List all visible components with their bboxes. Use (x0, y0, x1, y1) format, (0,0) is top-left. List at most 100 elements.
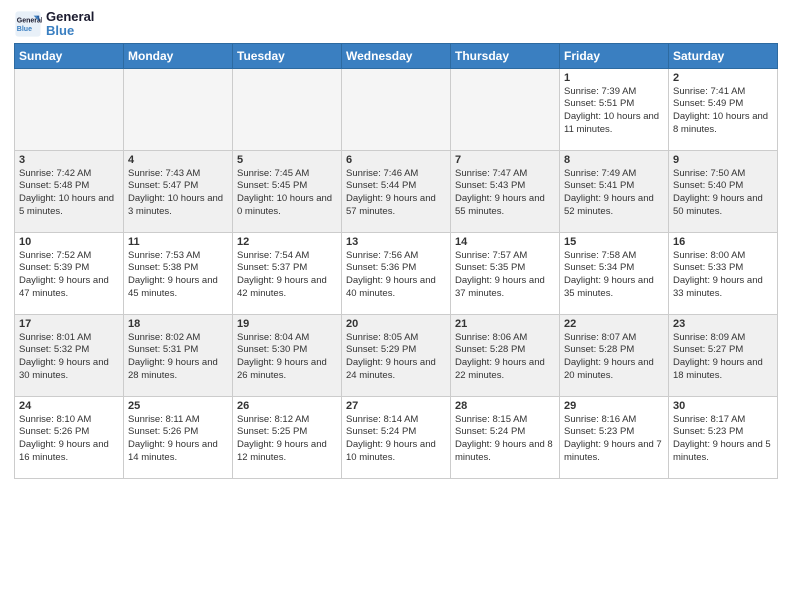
calendar-day-cell: 19 Sunrise: 8:04 AM Sunset: 5:30 PM Dayli… (233, 314, 342, 396)
day-info: Sunrise: 8:12 AM Sunset: 5:25 PM Dayligh… (237, 414, 337, 465)
calendar-week-row: 3 Sunrise: 7:42 AM Sunset: 5:48 PM Daylig… (15, 150, 778, 232)
day-number: 1 (564, 72, 664, 84)
calendar-day-cell (124, 68, 233, 150)
calendar-day-cell: 14Sunrise: 7:57 AM Sunset: 5:35 PM Dayli… (451, 232, 560, 314)
calendar-day-cell: 8Sunrise: 7:49 AM Sunset: 5:41 PM Daylig… (560, 150, 669, 232)
day-info: Sunrise: 7:58 AM Sunset: 5:34 PM Dayligh… (564, 250, 664, 301)
calendar-week-row: 24 Sunrise: 8:10 AM Sunset: 5:26 PM Dayli… (15, 396, 778, 478)
day-info: Sunrise: 7:54 AM Sunset: 5:37 PM Dayligh… (237, 250, 337, 301)
calendar-day-cell: 16 Sunrise: 8:00 AM Sunset: 5:33 PM Dayli… (669, 232, 778, 314)
day-number: 10 (19, 236, 119, 248)
calendar-day-cell: 22 Sunrise: 8:07 AM Sunset: 5:28 PM Dayli… (560, 314, 669, 396)
day-info: Sunrise: 8:06 AM Sunset: 5:28 PM Dayligh… (455, 332, 555, 383)
day-info: Sunrise: 8:16 AM Sunset: 5:23 PM Dayligh… (564, 414, 664, 465)
day-info: Sunrise: 7:56 AM Sunset: 5:36 PM Dayligh… (346, 250, 446, 301)
day-number: 21 (455, 318, 555, 330)
weekday-header: Sunday (15, 43, 124, 68)
day-number: 25 (128, 400, 228, 412)
day-number: 16 (673, 236, 773, 248)
day-number: 13 (346, 236, 446, 248)
day-info: Sunrise: 7:39 AM Sunset: 5:51 PM Dayligh… (564, 86, 664, 137)
calendar-day-cell: 18Sunrise: 8:02 AM Sunset: 5:31 PM Dayli… (124, 314, 233, 396)
calendar-day-cell (342, 68, 451, 150)
calendar-day-cell: 26 Sunrise: 8:12 AM Sunset: 5:25 PM Dayli… (233, 396, 342, 478)
calendar-day-cell: 10 Sunrise: 7:52 AM Sunset: 5:39 PM Dayli… (15, 232, 124, 314)
calendar-day-cell: 5 Sunrise: 7:45 AM Sunset: 5:45 PM Daylig… (233, 150, 342, 232)
day-number: 26 (237, 400, 337, 412)
calendar-day-cell: 15 Sunrise: 7:58 AM Sunset: 5:34 PM Dayli… (560, 232, 669, 314)
day-info: Sunrise: 7:47 AM Sunset: 5:43 PM Dayligh… (455, 168, 555, 219)
day-number: 7 (455, 154, 555, 166)
day-number: 17 (19, 318, 119, 330)
calendar-day-cell: 23Sunrise: 8:09 AM Sunset: 5:27 PM Dayli… (669, 314, 778, 396)
svg-text:Blue: Blue (17, 26, 32, 33)
day-number: 3 (19, 154, 119, 166)
day-number: 22 (564, 318, 664, 330)
calendar-day-cell: 27 Sunrise: 8:14 AM Sunset: 5:24 PM Dayli… (342, 396, 451, 478)
logo: General Blue General Blue (14, 10, 94, 39)
day-info: Sunrise: 8:14 AM Sunset: 5:24 PM Dayligh… (346, 414, 446, 465)
calendar-day-cell: 28 Sunrise: 8:15 AM Sunset: 5:24 PM Dayli… (451, 396, 560, 478)
weekday-header: Monday (124, 43, 233, 68)
day-info: Sunrise: 8:11 AM Sunset: 5:26 PM Dayligh… (128, 414, 228, 465)
calendar-day-cell: 9 Sunrise: 7:50 AM Sunset: 5:40 PM Daylig… (669, 150, 778, 232)
day-number: 5 (237, 154, 337, 166)
day-number: 12 (237, 236, 337, 248)
day-number: 6 (346, 154, 446, 166)
calendar-day-cell: 3 Sunrise: 7:42 AM Sunset: 5:48 PM Daylig… (15, 150, 124, 232)
header: General Blue General Blue (14, 10, 778, 39)
day-number: 24 (19, 400, 119, 412)
page-container: General Blue General Blue SundayMondayTu… (0, 0, 792, 485)
day-number: 9 (673, 154, 773, 166)
calendar-day-cell: 24 Sunrise: 8:10 AM Sunset: 5:26 PM Dayli… (15, 396, 124, 478)
calendar-day-cell: 13 Sunrise: 7:56 AM Sunset: 5:36 PM Dayli… (342, 232, 451, 314)
day-number: 18 (128, 318, 228, 330)
calendar-day-cell: 17 Sunrise: 8:01 AM Sunset: 5:32 PM Dayli… (15, 314, 124, 396)
calendar-day-cell: 20Sunrise: 8:05 AM Sunset: 5:29 PM Dayli… (342, 314, 451, 396)
calendar-day-cell (233, 68, 342, 150)
day-number: 4 (128, 154, 228, 166)
calendar-day-cell: 25 Sunrise: 8:11 AM Sunset: 5:26 PM Dayli… (124, 396, 233, 478)
day-info: Sunrise: 7:53 AM Sunset: 5:38 PM Dayligh… (128, 250, 228, 301)
day-info: Sunrise: 8:07 AM Sunset: 5:28 PM Dayligh… (564, 332, 664, 383)
day-number: 19 (237, 318, 337, 330)
calendar-day-cell: 2 Sunrise: 7:41 AM Sunset: 5:49 PM Daylig… (669, 68, 778, 150)
calendar-day-cell: 6 Sunrise: 7:46 AM Sunset: 5:44 PM Daylig… (342, 150, 451, 232)
weekday-header: Saturday (669, 43, 778, 68)
day-info: Sunrise: 7:52 AM Sunset: 5:39 PM Dayligh… (19, 250, 119, 301)
day-info: Sunrise: 7:57 AM Sunset: 5:35 PM Dayligh… (455, 250, 555, 301)
day-info: Sunrise: 8:01 AM Sunset: 5:32 PM Dayligh… (19, 332, 119, 383)
calendar-table: SundayMondayTuesdayWednesdayThursdayFrid… (14, 43, 778, 479)
calendar-week-row: 1 Sunrise: 7:39 AM Sunset: 5:51 PM Daylig… (15, 68, 778, 150)
weekday-header: Thursday (451, 43, 560, 68)
day-info: Sunrise: 7:42 AM Sunset: 5:48 PM Dayligh… (19, 168, 119, 219)
day-number: 11 (128, 236, 228, 248)
day-info: Sunrise: 7:50 AM Sunset: 5:40 PM Dayligh… (673, 168, 773, 219)
calendar-day-cell: 12 Sunrise: 7:54 AM Sunset: 5:37 PM Dayli… (233, 232, 342, 314)
day-info: Sunrise: 7:46 AM Sunset: 5:44 PM Dayligh… (346, 168, 446, 219)
calendar-week-row: 17 Sunrise: 8:01 AM Sunset: 5:32 PM Dayli… (15, 314, 778, 396)
day-info: Sunrise: 7:45 AM Sunset: 5:45 PM Dayligh… (237, 168, 337, 219)
day-number: 30 (673, 400, 773, 412)
day-number: 27 (346, 400, 446, 412)
calendar-day-cell: 1 Sunrise: 7:39 AM Sunset: 5:51 PM Daylig… (560, 68, 669, 150)
day-number: 20 (346, 318, 446, 330)
day-info: Sunrise: 7:41 AM Sunset: 5:49 PM Dayligh… (673, 86, 773, 137)
calendar-week-row: 10 Sunrise: 7:52 AM Sunset: 5:39 PM Dayli… (15, 232, 778, 314)
logo-icon: General Blue (14, 10, 42, 38)
day-info: Sunrise: 8:04 AM Sunset: 5:30 PM Dayligh… (237, 332, 337, 383)
calendar-day-cell: 21 Sunrise: 8:06 AM Sunset: 5:28 PM Dayli… (451, 314, 560, 396)
calendar-day-cell: 4 Sunrise: 7:43 AM Sunset: 5:47 PM Daylig… (124, 150, 233, 232)
day-info: Sunrise: 7:43 AM Sunset: 5:47 PM Dayligh… (128, 168, 228, 219)
day-number: 2 (673, 72, 773, 84)
day-info: Sunrise: 8:09 AM Sunset: 5:27 PM Dayligh… (673, 332, 773, 383)
calendar-day-cell: 7 Sunrise: 7:47 AM Sunset: 5:43 PM Daylig… (451, 150, 560, 232)
day-number: 15 (564, 236, 664, 248)
day-number: 28 (455, 400, 555, 412)
calendar-day-cell: 11 Sunrise: 7:53 AM Sunset: 5:38 PM Dayli… (124, 232, 233, 314)
day-info: Sunrise: 8:15 AM Sunset: 5:24 PM Dayligh… (455, 414, 555, 465)
weekday-header: Friday (560, 43, 669, 68)
calendar-day-cell: 30Sunrise: 8:17 AM Sunset: 5:23 PM Dayli… (669, 396, 778, 478)
day-info: Sunrise: 8:10 AM Sunset: 5:26 PM Dayligh… (19, 414, 119, 465)
day-info: Sunrise: 8:00 AM Sunset: 5:33 PM Dayligh… (673, 250, 773, 301)
